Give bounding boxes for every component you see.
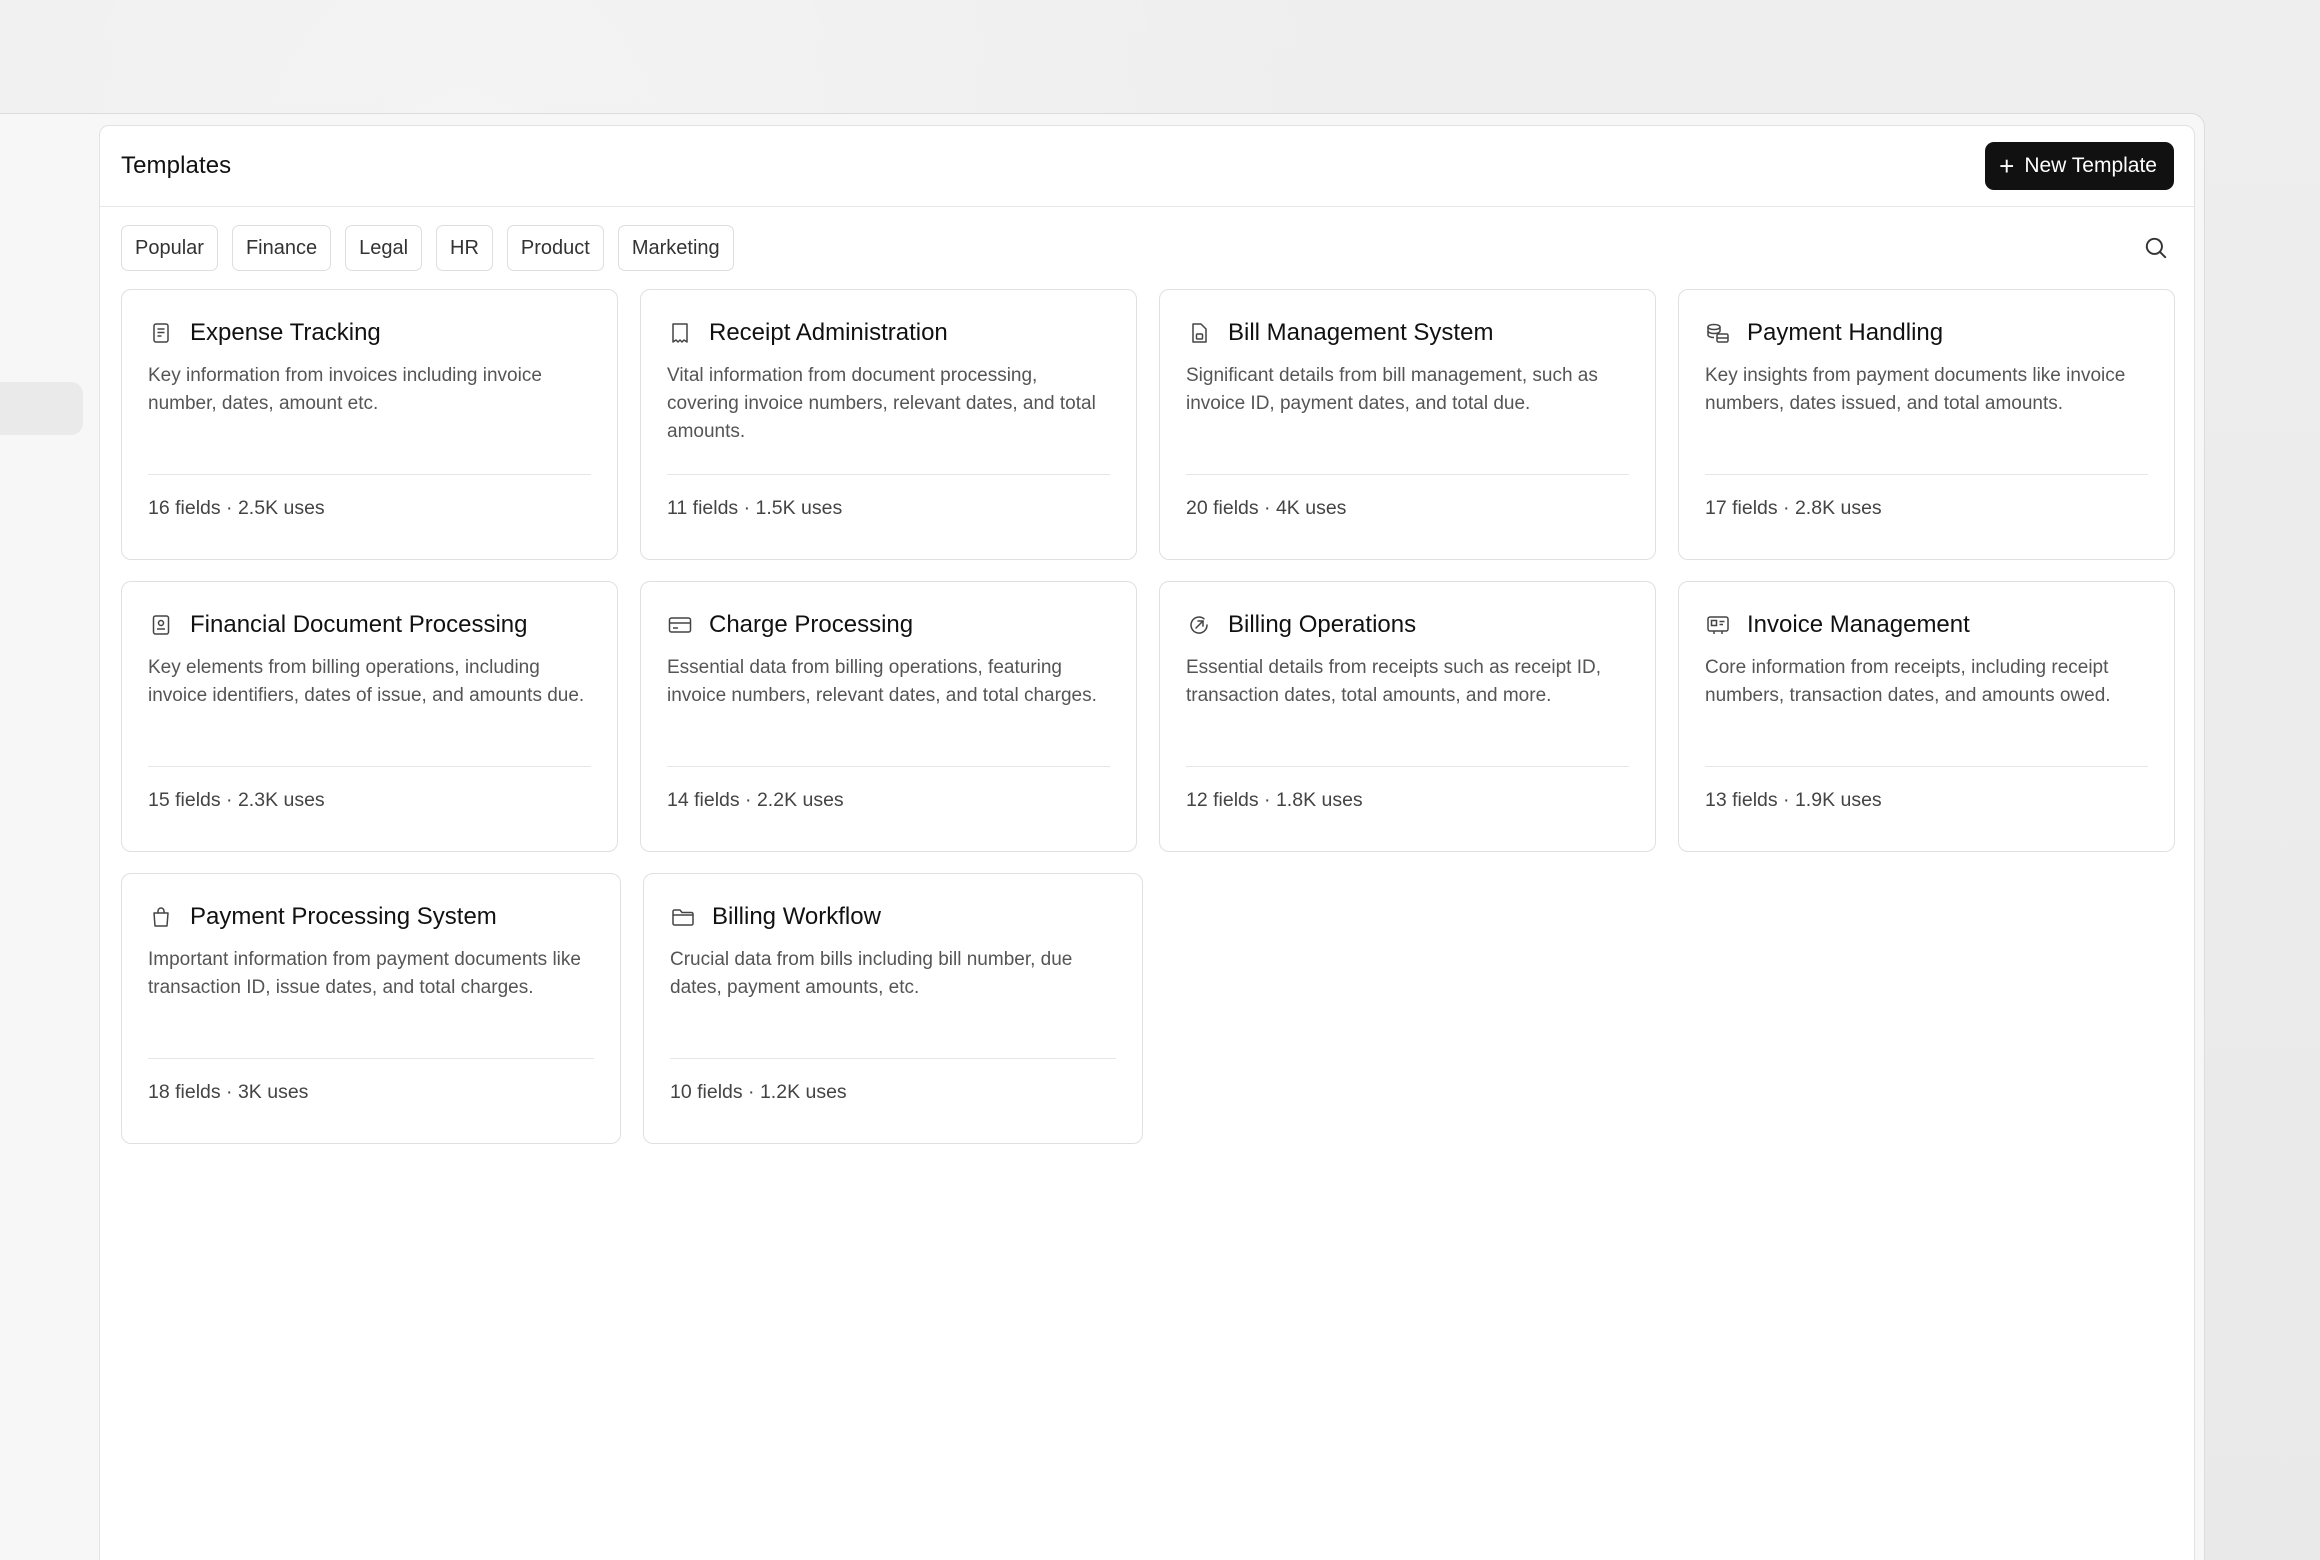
- template-card[interactable]: Bill Management System Significant detai…: [1159, 289, 1656, 560]
- folder-icon: [670, 904, 696, 930]
- template-card[interactable]: Invoice Management Core information from…: [1678, 581, 2175, 852]
- card-divider: [667, 474, 1110, 475]
- new-template-label: New Template: [2024, 154, 2157, 177]
- card-meta: 20 fields · 4K uses: [1186, 497, 1347, 519]
- filter-chip-popular[interactable]: Popular: [121, 225, 218, 271]
- shopping-bag-icon: [148, 904, 174, 930]
- card-description: Significant details from bill management…: [1186, 365, 1598, 414]
- card-divider: [670, 1058, 1116, 1059]
- card-title: Payment Processing System: [190, 903, 497, 930]
- card-divider: [1705, 766, 2148, 767]
- card-title: Receipt Administration: [709, 319, 948, 346]
- card-meta: 18 fields · 3K uses: [148, 1081, 309, 1103]
- card-title: Charge Processing: [709, 611, 914, 638]
- arrow-circle-icon: [1186, 612, 1212, 638]
- card-meta: 14 fields · 2.2K uses: [667, 789, 844, 811]
- template-card[interactable]: Receipt Administration Vital information…: [640, 289, 1137, 560]
- template-card[interactable]: Financial Document Processing Key elemen…: [121, 581, 618, 852]
- templates-panel: Templates + New Template Popular Finance…: [99, 125, 2195, 1560]
- card-description: Vital information from document processi…: [667, 365, 1096, 442]
- card-meta: 16 fields · 2.5K uses: [148, 497, 325, 519]
- filter-chips: Popular Finance Legal HR Product Marketi…: [121, 225, 734, 271]
- file-icon: [1186, 320, 1212, 346]
- filter-chip-hr[interactable]: HR: [436, 225, 493, 271]
- card-title: Payment Handling: [1747, 319, 1944, 346]
- card-meta: 11 fields · 1.5K uses: [667, 497, 843, 519]
- template-card[interactable]: Billing Workflow Crucial data from bills…: [643, 873, 1143, 1144]
- card-meta: 15 fields · 2.3K uses: [148, 789, 325, 811]
- page-title: Templates: [121, 152, 232, 179]
- card-title: Billing Operations: [1228, 611, 1417, 638]
- card-description: Essential data from billing operations, …: [667, 657, 1097, 706]
- filter-chip-product[interactable]: Product: [506, 225, 604, 271]
- card-divider: [148, 1058, 594, 1059]
- card-title: Financial Document Processing: [190, 611, 528, 638]
- card-meta: 13 fields · 1.9K uses: [1705, 789, 1882, 811]
- card-title: Bill Management System: [1228, 319, 1494, 346]
- search-button[interactable]: [2138, 230, 2174, 266]
- template-card[interactable]: Payment Processing System Important info…: [121, 873, 621, 1144]
- card-title: Billing Workflow: [712, 903, 881, 930]
- id-card-icon: [1705, 612, 1731, 638]
- template-card[interactable]: Billing Operations Essential details fro…: [1159, 581, 1656, 852]
- template-card[interactable]: Payment Handling Key insights from payme…: [1678, 289, 2175, 560]
- plus-icon: +: [1999, 151, 2015, 181]
- coins-icon: [1705, 320, 1731, 346]
- card-description: Key information from invoices including …: [148, 365, 542, 414]
- card-divider: [667, 766, 1110, 767]
- filter-bar: Popular Finance Legal HR Product Marketi…: [100, 207, 2194, 289]
- new-template-button[interactable]: + New Template: [1985, 142, 2174, 190]
- search-icon: [2145, 237, 2167, 259]
- card-divider: [148, 766, 591, 767]
- document-icon: [148, 320, 174, 346]
- card-divider: [1705, 474, 2148, 475]
- card-divider: [1186, 766, 1629, 767]
- card-description: Key elements from billing operations, in…: [148, 657, 585, 706]
- card-meta: 10 fields · 1.2K uses: [670, 1081, 847, 1103]
- card-title: Invoice Management: [1747, 611, 1970, 638]
- card-description: Crucial data from bills including bill n…: [670, 949, 1073, 998]
- card-description: Essential details from receipts such as …: [1186, 657, 1602, 706]
- card-divider: [148, 474, 591, 475]
- panel-header: Templates + New Template: [100, 126, 2194, 207]
- template-card[interactable]: Expense Tracking Key information from in…: [121, 289, 618, 560]
- receipt-icon: [667, 320, 693, 346]
- certificate-icon: [148, 612, 174, 638]
- card-description: Key insights from payment documents like…: [1705, 365, 2126, 414]
- card-description: Core information from receipts, includin…: [1705, 657, 2111, 706]
- card-title: Expense Tracking: [190, 319, 381, 346]
- filter-chip-legal[interactable]: Legal: [345, 225, 423, 271]
- card-meta: 17 fields · 2.8K uses: [1705, 497, 1882, 519]
- card-divider: [1186, 474, 1629, 475]
- card-meta: 12 fields · 1.8K uses: [1186, 789, 1363, 811]
- card-description: Important information from payment docum…: [148, 949, 581, 998]
- template-card[interactable]: Charge Processing Essential data from bi…: [640, 581, 1137, 852]
- filter-chip-marketing[interactable]: Marketing: [617, 225, 734, 271]
- filter-chip-finance[interactable]: Finance: [231, 225, 332, 271]
- sidebar-selected-item[interactable]: [0, 382, 83, 435]
- credit-card-icon: [667, 612, 693, 638]
